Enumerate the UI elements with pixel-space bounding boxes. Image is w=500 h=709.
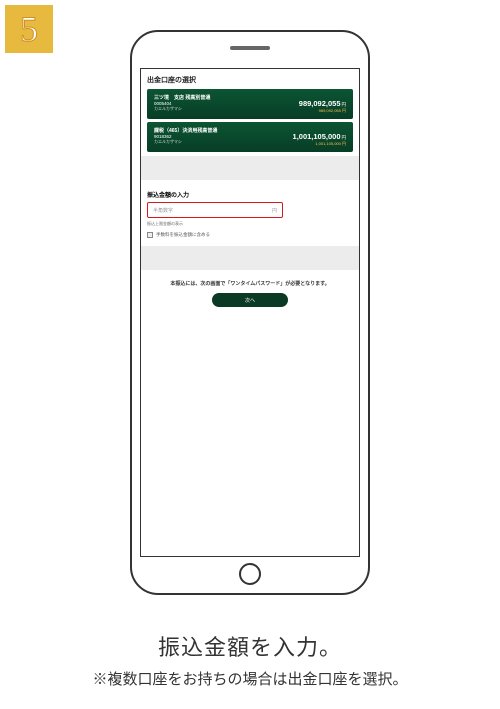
amount-unit: 円 (342, 102, 347, 107)
amount-input[interactable]: 半角数字 円 (147, 202, 283, 218)
next-button[interactable]: 次へ (212, 293, 288, 307)
account-amount: 989,092,055円 989,092,055 円 (299, 99, 346, 114)
otp-notice: 本振込には、次の画面で「ワンタイムパスワード」が必要となります。 (147, 280, 353, 287)
phone-frame: 出金口座の選択 三ツ境 支店 残高別普通 0005404 カエルカザマシ 989… (130, 30, 370, 595)
step-number: 5 (20, 8, 38, 50)
fee-include-checkbox-row[interactable]: 手数料を振込金額に含める (147, 232, 353, 238)
divider-band (141, 246, 359, 270)
phone-speaker (230, 46, 270, 50)
screen-content: 出金口座の選択 三ツ境 支店 残高別普通 0005404 カエルカザマシ 989… (141, 69, 359, 307)
amount-value: 1,001,105,000 (293, 132, 341, 141)
amount-sub: 989,092,055 円 (299, 108, 346, 114)
divider-band (141, 156, 359, 180)
account-amount: 1,001,105,000円 1,001,105,000 円 (293, 132, 346, 147)
amount-placeholder: 半角数字 (153, 207, 173, 214)
caption-main: 振込金額を入力。 (0, 630, 500, 662)
amount-value: 989,092,055 (299, 99, 341, 108)
amount-limit-note: 振込上限金額の表示 (147, 221, 353, 227)
amount-sub: 1,001,105,000 円 (293, 141, 346, 147)
checkbox-label: 手数料を振込金額に含める (156, 232, 210, 238)
caption-sub: ※複数口座をお持ちの場合は出金口座を選択。 (0, 668, 500, 689)
amount-unit: 円 (342, 135, 347, 140)
amount-input-unit: 円 (272, 207, 277, 214)
account-card[interactable]: 三ツ境 支店 残高別普通 0005404 カエルカザマシ 989,092,055… (147, 89, 353, 119)
checkbox-icon[interactable] (147, 232, 153, 238)
phone-screen: 出金口座の選択 三ツ境 支店 残高別普通 0005404 カエルカザマシ 989… (140, 68, 360, 557)
phone-home-button (239, 563, 261, 585)
instruction-caption: 振込金額を入力。 ※複数口座をお持ちの場合は出金口座を選択。 (0, 630, 500, 689)
step-number-badge: 5 (5, 5, 53, 53)
account-card[interactable]: 課税（465）決済用残高普通 9018362 カエルカザマシ 1,001,105… (147, 122, 353, 152)
amount-input-label: 振込金額の入力 (147, 190, 353, 199)
screen-title: 出金口座の選択 (147, 75, 353, 85)
